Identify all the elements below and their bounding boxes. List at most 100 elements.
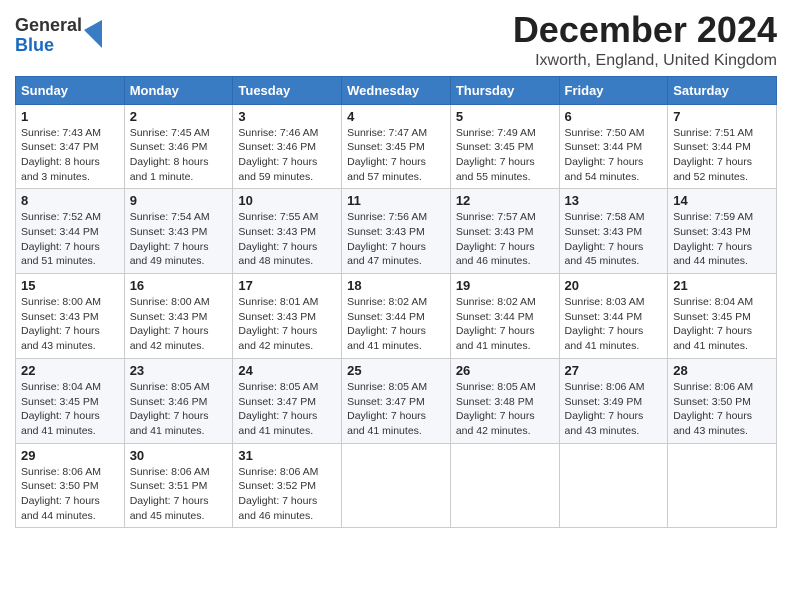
day-detail: Sunrise: 8:00 AMSunset: 3:43 PMDaylight:… [130, 295, 228, 354]
day-detail: Sunrise: 8:05 AMSunset: 3:48 PMDaylight:… [456, 380, 554, 439]
day-detail: Sunrise: 7:52 AMSunset: 3:44 PMDaylight:… [21, 210, 119, 269]
day-number: 2 [130, 109, 228, 124]
day-detail: Sunrise: 8:06 AMSunset: 3:50 PMDaylight:… [21, 465, 119, 524]
calendar-cell: 11 Sunrise: 7:56 AMSunset: 3:43 PMDayligh… [342, 189, 451, 274]
day-detail: Sunrise: 8:05 AMSunset: 3:47 PMDaylight:… [347, 380, 445, 439]
day-number: 10 [238, 193, 336, 208]
day-detail: Sunrise: 7:50 AMSunset: 3:44 PMDaylight:… [565, 126, 663, 185]
calendar-cell [342, 443, 451, 528]
calendar-cell: 9Sunrise: 7:54 AMSunset: 3:43 PMDaylight… [124, 189, 233, 274]
day-detail: Sunrise: 7:55 AMSunset: 3:43 PMDaylight:… [238, 210, 336, 269]
weekday-header-friday: Friday [559, 76, 668, 104]
day-number: 6 [565, 109, 663, 124]
day-number: 26 [456, 363, 554, 378]
calendar-cell: 4 Sunrise: 7:47 AMSunset: 3:45 PMDaylight… [342, 104, 451, 189]
calendar-cell: 29Sunrise: 8:06 AMSunset: 3:50 PMDayligh… [16, 443, 125, 528]
calendar-cell: 8 Sunrise: 7:52 AMSunset: 3:44 PMDaylight… [16, 189, 125, 274]
day-number: 14 [673, 193, 771, 208]
calendar-cell: 15 Sunrise: 8:00 AMSunset: 3:43 PMDayligh… [16, 274, 125, 359]
logo-general: General [15, 15, 82, 35]
day-detail: Sunrise: 7:47 AMSunset: 3:45 PMDaylight:… [347, 126, 445, 185]
day-detail: Sunrise: 7:46 AMSunset: 3:46 PMDaylight:… [238, 126, 336, 185]
weekday-header-tuesday: Tuesday [233, 76, 342, 104]
day-detail: Sunrise: 7:45 AMSunset: 3:46 PMDaylight:… [130, 126, 228, 185]
day-detail: Sunrise: 8:05 AMSunset: 3:47 PMDaylight:… [238, 380, 336, 439]
day-number: 31 [238, 448, 336, 463]
page-header: General Blue December 2024 Ixworth, Engl… [15, 10, 777, 70]
day-number: 15 [21, 278, 119, 293]
calendar-cell: 21 Sunrise: 8:04 AMSunset: 3:45 PMDayligh… [668, 274, 777, 359]
calendar-cell: 10 Sunrise: 7:55 AMSunset: 3:43 PMDayligh… [233, 189, 342, 274]
calendar-cell: 28 Sunrise: 8:06 AMSunset: 3:50 PMDayligh… [668, 358, 777, 443]
weekday-header-row: SundayMondayTuesdayWednesdayThursdayFrid… [16, 76, 777, 104]
day-detail: Sunrise: 8:04 AMSunset: 3:45 PMDaylight:… [673, 295, 771, 354]
title-area: December 2024 Ixworth, England, United K… [513, 10, 777, 70]
weekday-header-saturday: Saturday [668, 76, 777, 104]
day-detail: Sunrise: 8:05 AMSunset: 3:46 PMDaylight:… [130, 380, 228, 439]
calendar-cell: 1 Sunrise: 7:43 AMSunset: 3:47 PMDaylight… [16, 104, 125, 189]
calendar-cell: 31 Sunrise: 8:06 AMSunset: 3:52 PMDayligh… [233, 443, 342, 528]
calendar-cell: 6 Sunrise: 7:50 AMSunset: 3:44 PMDaylight… [559, 104, 668, 189]
day-detail: Sunrise: 7:54 AMSunset: 3:43 PMDaylight:… [130, 210, 228, 269]
calendar-cell: 22 Sunrise: 8:04 AMSunset: 3:45 PMDayligh… [16, 358, 125, 443]
day-detail: Sunrise: 8:06 AMSunset: 3:50 PMDaylight:… [673, 380, 771, 439]
day-detail: Sunrise: 8:02 AMSunset: 3:44 PMDaylight:… [456, 295, 554, 354]
day-number: 1 [21, 109, 119, 124]
day-number: 23 [130, 363, 228, 378]
weekday-header-thursday: Thursday [450, 76, 559, 104]
calendar-cell: 19 Sunrise: 8:02 AMSunset: 3:44 PMDayligh… [450, 274, 559, 359]
day-detail: Sunrise: 7:49 AMSunset: 3:45 PMDaylight:… [456, 126, 554, 185]
day-detail: Sunrise: 8:06 AMSunset: 3:49 PMDaylight:… [565, 380, 663, 439]
day-number: 12 [456, 193, 554, 208]
location: Ixworth, England, United Kingdom [513, 52, 777, 70]
day-number: 8 [21, 193, 119, 208]
calendar-cell: 27Sunrise: 8:06 AMSunset: 3:49 PMDayligh… [559, 358, 668, 443]
day-number: 18 [347, 278, 445, 293]
day-number: 19 [456, 278, 554, 293]
calendar-cell: 12 Sunrise: 7:57 AMSunset: 3:43 PMDayligh… [450, 189, 559, 274]
calendar-cell: 5 Sunrise: 7:49 AMSunset: 3:45 PMDaylight… [450, 104, 559, 189]
day-number: 7 [673, 109, 771, 124]
day-number: 11 [347, 193, 445, 208]
calendar-cell: 17Sunrise: 8:01 AMSunset: 3:43 PMDayligh… [233, 274, 342, 359]
day-detail: Sunrise: 7:56 AMSunset: 3:43 PMDaylight:… [347, 210, 445, 269]
day-detail: Sunrise: 8:00 AMSunset: 3:43 PMDaylight:… [21, 295, 119, 354]
day-detail: Sunrise: 8:04 AMSunset: 3:45 PMDaylight:… [21, 380, 119, 439]
day-number: 30 [130, 448, 228, 463]
week-row-2: 8 Sunrise: 7:52 AMSunset: 3:44 PMDaylight… [16, 189, 777, 274]
calendar-cell [559, 443, 668, 528]
day-detail: Sunrise: 8:06 AMSunset: 3:51 PMDaylight:… [130, 465, 228, 524]
week-row-3: 15 Sunrise: 8:00 AMSunset: 3:43 PMDayligh… [16, 274, 777, 359]
day-number: 4 [347, 109, 445, 124]
weekday-header-wednesday: Wednesday [342, 76, 451, 104]
calendar-cell: 14 Sunrise: 7:59 AMSunset: 3:43 PMDayligh… [668, 189, 777, 274]
day-number: 21 [673, 278, 771, 293]
calendar-cell: 3Sunrise: 7:46 AMSunset: 3:46 PMDaylight… [233, 104, 342, 189]
calendar-cell: 25Sunrise: 8:05 AMSunset: 3:47 PMDayligh… [342, 358, 451, 443]
day-detail: Sunrise: 7:59 AMSunset: 3:43 PMDaylight:… [673, 210, 771, 269]
logo-blue: Blue [15, 35, 54, 55]
calendar-cell: 2 Sunrise: 7:45 AMSunset: 3:46 PMDaylight… [124, 104, 233, 189]
day-number: 28 [673, 363, 771, 378]
calendar-cell [450, 443, 559, 528]
calendar-cell: 30 Sunrise: 8:06 AMSunset: 3:51 PMDayligh… [124, 443, 233, 528]
calendar-cell: 20Sunrise: 8:03 AMSunset: 3:44 PMDayligh… [559, 274, 668, 359]
day-detail: Sunrise: 7:43 AMSunset: 3:47 PMDaylight:… [21, 126, 119, 185]
day-number: 13 [565, 193, 663, 208]
logo-icon [84, 20, 102, 48]
calendar-cell: 23 Sunrise: 8:05 AMSunset: 3:46 PMDayligh… [124, 358, 233, 443]
day-number: 22 [21, 363, 119, 378]
calendar-cell: 24 Sunrise: 8:05 AMSunset: 3:47 PMDayligh… [233, 358, 342, 443]
day-number: 5 [456, 109, 554, 124]
calendar-cell: 16 Sunrise: 8:00 AMSunset: 3:43 PMDayligh… [124, 274, 233, 359]
day-number: 24 [238, 363, 336, 378]
day-detail: Sunrise: 7:57 AMSunset: 3:43 PMDaylight:… [456, 210, 554, 269]
day-number: 16 [130, 278, 228, 293]
weekday-header-sunday: Sunday [16, 76, 125, 104]
calendar-cell: 18Sunrise: 8:02 AMSunset: 3:44 PMDayligh… [342, 274, 451, 359]
day-number: 17 [238, 278, 336, 293]
week-row-4: 22 Sunrise: 8:04 AMSunset: 3:45 PMDayligh… [16, 358, 777, 443]
logo: General Blue [15, 16, 102, 56]
day-detail: Sunrise: 8:06 AMSunset: 3:52 PMDaylight:… [238, 465, 336, 524]
calendar-cell [668, 443, 777, 528]
